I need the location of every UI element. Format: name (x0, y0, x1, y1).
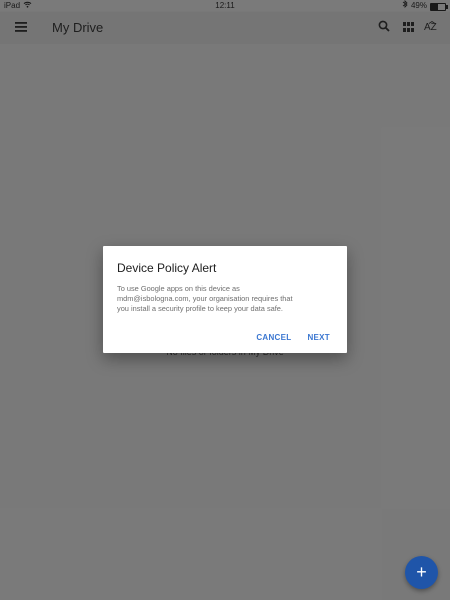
new-item-fab[interactable]: + (405, 556, 438, 589)
device-policy-dialog: Device Policy Alert To use Google apps o… (103, 246, 347, 353)
next-button[interactable]: NEXT (307, 332, 330, 344)
dialog-body: To use Google apps on this device as mdm… (117, 284, 337, 314)
dialog-title: Device Policy Alert (117, 261, 217, 275)
dialog-actions: CANCEL NEXT (256, 332, 330, 344)
dialog-body-line: you install a security profile to keep y… (117, 304, 283, 313)
plus-icon: + (416, 562, 427, 582)
cancel-button[interactable]: CANCEL (256, 332, 291, 344)
app-screen: iPad 12:11 49% My Drive AZ Device Policy… (0, 0, 450, 600)
dialog-body-line: mdm@isbologna.com, your organisation req… (117, 294, 293, 303)
dialog-body-line: To use Google apps on this device as (117, 284, 240, 293)
